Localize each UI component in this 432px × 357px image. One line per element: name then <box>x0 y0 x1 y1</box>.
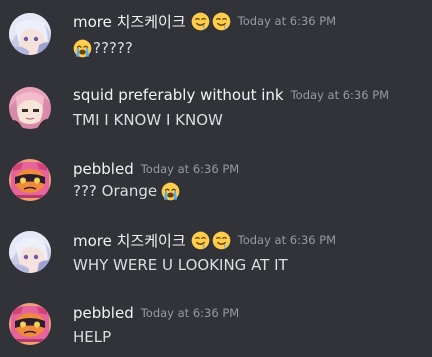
username[interactable]: pebbled <box>73 304 134 322</box>
username[interactable]: more 치즈케이크 <box>73 230 186 251</box>
message-content: ??? Orange <box>73 179 180 203</box>
timestamp[interactable]: Today at 6:36 PM <box>291 88 389 102</box>
drooling-face-icon <box>191 12 210 31</box>
avatar-image <box>9 13 51 55</box>
avatar[interactable] <box>9 87 51 129</box>
username[interactable]: pebbled <box>73 160 134 178</box>
avatar[interactable] <box>9 231 51 273</box>
message-content: WHY WERE U LOOKING AT IT <box>73 253 288 277</box>
message-header: pebbled Today at 6:36 PM <box>73 302 239 324</box>
message-5: pebbled Today at 6:36 PM HELP <box>0 291 432 351</box>
message-text: HELP <box>73 328 112 346</box>
message-text: WHY WERE U LOOKING AT IT <box>73 256 288 274</box>
message-content: HELP <box>73 325 111 349</box>
username-emojis <box>191 231 231 250</box>
message-header: more 치즈케이크 Today at 6:36 PM <box>73 10 336 32</box>
message-content: TMI I KNOW I KNOW <box>73 108 223 132</box>
timestamp[interactable]: Today at 6:36 PM <box>141 306 239 320</box>
avatar-image <box>9 159 51 201</box>
message-content: ????? <box>73 36 133 60</box>
avatar[interactable] <box>9 159 51 201</box>
drooling-face-icon <box>212 12 231 31</box>
username[interactable]: squid preferably without ink <box>73 86 284 104</box>
timestamp[interactable]: Today at 6:36 PM <box>238 233 336 247</box>
drooling-face-icon <box>212 231 231 250</box>
timestamp[interactable]: Today at 6:36 PM <box>238 14 336 28</box>
message-1: more 치즈케이크 Today at 6:36 PM ????? <box>0 0 432 60</box>
message-header: more 치즈케이크 Today at 6:36 PM <box>73 229 336 251</box>
username[interactable]: more 치즈케이크 <box>73 11 186 32</box>
message-text: ??? Orange <box>73 182 158 200</box>
loudly-crying-face-icon <box>73 39 92 58</box>
message-4: more 치즈케이크 Today at 6:36 PM WHY WERE U L… <box>0 218 432 278</box>
avatar-image <box>9 87 51 129</box>
username-emojis <box>191 12 231 31</box>
message-header: squid preferably without ink Today at 6:… <box>73 84 389 106</box>
avatar-image <box>9 303 51 345</box>
message-text: ????? <box>93 39 133 57</box>
message-2: squid preferably without ink Today at 6:… <box>0 73 432 133</box>
message-3: pebbled Today at 6:36 PM ??? Orange <box>0 145 432 205</box>
loudly-crying-face-icon <box>161 182 180 201</box>
message-text: TMI I KNOW I KNOW <box>73 111 223 129</box>
avatar[interactable] <box>9 13 51 55</box>
drooling-face-icon <box>191 231 210 250</box>
avatar-image <box>9 231 51 273</box>
avatar[interactable] <box>9 303 51 345</box>
timestamp[interactable]: Today at 6:36 PM <box>141 162 239 176</box>
message-header: pebbled Today at 6:36 PM <box>73 158 239 180</box>
